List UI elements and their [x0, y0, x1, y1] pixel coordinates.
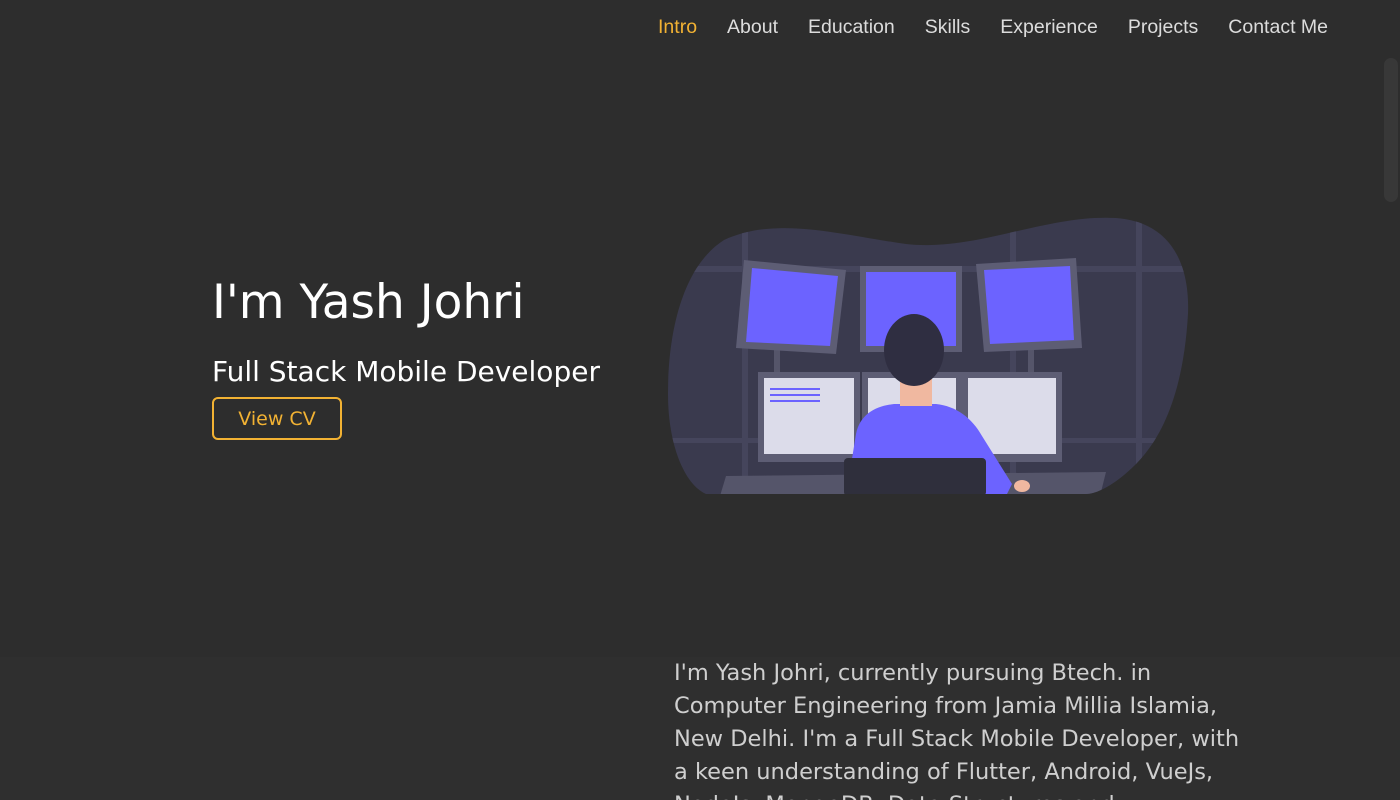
page-scrollbar[interactable]	[1384, 58, 1398, 202]
nav-item-education[interactable]: Education	[808, 16, 895, 39]
nav-item-contact-me[interactable]: Contact Me	[1228, 16, 1328, 39]
view-cv-button[interactable]: View CV	[212, 397, 342, 440]
nav-item-about[interactable]: About	[727, 16, 778, 39]
about-section: I'm Yash Johri, currently pursuing Btech…	[0, 657, 1400, 800]
top-navigation: Intro About Education Skills Experience …	[0, 0, 1400, 58]
nav-item-experience[interactable]: Experience	[1000, 16, 1098, 39]
nav-list: Intro About Education Skills Experience …	[628, 16, 1328, 39]
hero-name: I'm Yash Johri	[212, 275, 525, 330]
developer-at-monitors-illustration	[668, 217, 1189, 495]
hero-role: Full Stack Mobile Developer	[212, 355, 600, 388]
about-text: I'm Yash Johri, currently pursuing Btech…	[674, 660, 1240, 800]
nav-item-skills[interactable]: Skills	[925, 16, 971, 39]
nav-item-projects[interactable]: Projects	[1128, 16, 1198, 39]
nav-item-intro[interactable]: Intro	[658, 16, 697, 39]
